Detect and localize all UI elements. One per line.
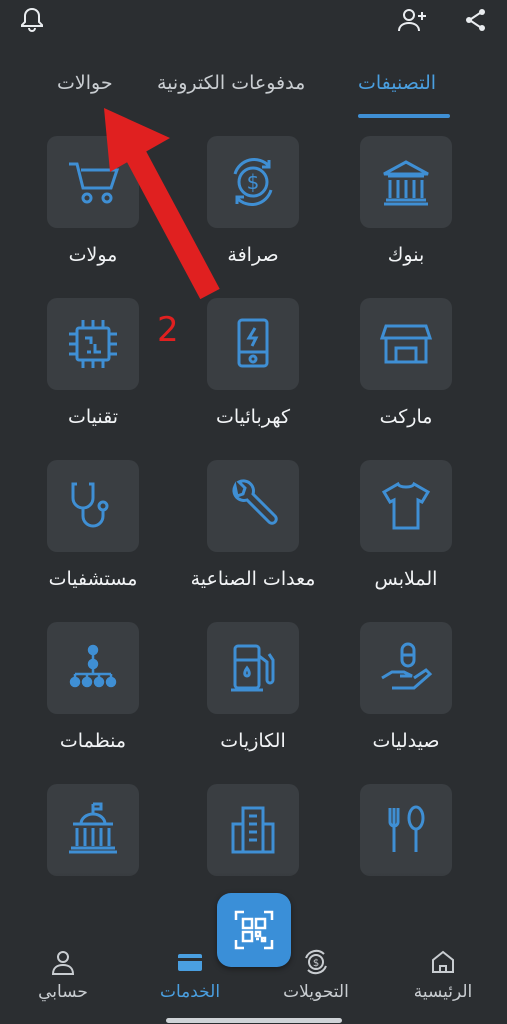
- stethoscope-icon: [47, 460, 139, 552]
- chip-icon: [47, 298, 139, 390]
- shopping-cart-icon: [47, 136, 139, 228]
- nav-label: الخدمات: [159, 982, 221, 1002]
- tab-categories[interactable]: التصنيفات: [358, 72, 436, 108]
- category-label: مولات: [68, 244, 118, 266]
- store-icon: [360, 298, 452, 390]
- active-tab-indicator: [358, 114, 450, 118]
- nav-my-account[interactable]: حسابي: [8, 932, 118, 1012]
- svg-text:$: $: [313, 958, 319, 969]
- shirt-icon: [360, 460, 452, 552]
- category-grid: بنوك $ صرافة مولات ماركت كهربائيات تقنيا…: [0, 120, 507, 890]
- category-banks[interactable]: بنوك: [331, 120, 481, 270]
- category-organizations[interactable]: منظمات: [18, 606, 168, 756]
- category-label: منظمات: [59, 730, 127, 752]
- add-user-icon[interactable]: [397, 6, 426, 34]
- annotation-number: 2: [157, 310, 179, 350]
- nav-label: الرئيسية: [413, 982, 473, 1002]
- category-label: ماركت: [379, 406, 433, 428]
- category-label: بنوك: [387, 244, 425, 266]
- share-icon[interactable]: [462, 6, 490, 34]
- category-exchange[interactable]: $ صرافة: [178, 120, 328, 270]
- top-bar: [0, 0, 507, 56]
- home-icon: [429, 948, 457, 976]
- restaurant-icon: [360, 784, 452, 876]
- tab-electronic-payments[interactable]: مدفوعات الكترونية: [157, 72, 305, 108]
- building-icon: [207, 784, 299, 876]
- government-building-icon: [47, 784, 139, 876]
- nav-label: التحويلات: [283, 982, 349, 1002]
- card-icon: [176, 948, 204, 976]
- category-label: صرافة: [227, 244, 279, 266]
- category-label: صيدليات: [372, 730, 440, 752]
- svg-text:$: $: [247, 170, 260, 194]
- user-icon: [49, 948, 77, 976]
- wrench-icon: [207, 460, 299, 552]
- category-technologies[interactable]: تقنيات: [18, 282, 168, 432]
- qr-code-icon: [234, 910, 274, 950]
- organization-tree-icon: [47, 622, 139, 714]
- home-indicator: [166, 1018, 342, 1023]
- category-market[interactable]: ماركت: [331, 282, 481, 432]
- transfer-icon: $: [302, 948, 330, 976]
- category-pharmacies[interactable]: صيدليات: [331, 606, 481, 756]
- category-label: تقنيات: [67, 406, 119, 428]
- category-label: كهربائيات: [215, 406, 291, 428]
- category-hospitals[interactable]: مستشفيات: [18, 444, 168, 594]
- fuel-pump-icon: [207, 622, 299, 714]
- category-electrical[interactable]: كهربائيات: [178, 282, 328, 432]
- category-industrial-equipment[interactable]: معدات الصناعية: [178, 444, 328, 594]
- category-clothes[interactable]: الملابس: [331, 444, 481, 594]
- pharmacy-hand-pill-icon: [360, 622, 452, 714]
- nav-home[interactable]: الرئيسية: [388, 932, 498, 1012]
- category-label: الكازيات: [220, 730, 286, 752]
- category-label: معدات الصناعية: [190, 568, 316, 590]
- electric-device-icon: [207, 298, 299, 390]
- tab-remittances[interactable]: حوالات: [57, 72, 113, 108]
- qr-scan-button[interactable]: [217, 893, 291, 967]
- category-label: الملابس: [374, 568, 438, 590]
- bank-icon: [360, 136, 452, 228]
- category-tabs: التصنيفات مدفوعات الكترونية حوالات: [0, 56, 507, 120]
- category-malls[interactable]: مولات: [18, 120, 168, 270]
- currency-exchange-icon: $: [207, 136, 299, 228]
- nav-label: حسابي: [38, 982, 88, 1002]
- category-gas-stations[interactable]: الكازيات: [178, 606, 328, 756]
- category-label: مستشفيات: [48, 568, 138, 590]
- bell-icon[interactable]: [18, 6, 46, 34]
